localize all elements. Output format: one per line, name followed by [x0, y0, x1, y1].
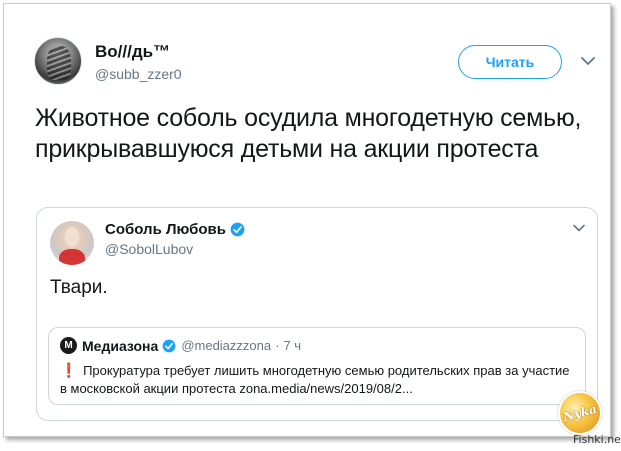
nested-tweet-header: M Медиазона @mediazzzona · 7 ч [60, 337, 301, 354]
watermark-site: Fishki.net [573, 433, 621, 446]
author-display-name[interactable]: Во///дь™ [95, 42, 170, 62]
chevron-down-icon[interactable] [573, 224, 585, 232]
nested-tweet-body: Прокуратура требует лишить многодетную с… [60, 363, 570, 396]
nested-tweet-text: ❗ Прокуратура требует лишить многодетную… [60, 361, 580, 398]
separator-dot: · [275, 338, 280, 353]
quoted-author-name-row: Соболь Любовь [105, 221, 245, 238]
author-handle[interactable]: @subb_zzer0 [95, 66, 182, 82]
quoted-author-avatar[interactable] [50, 221, 94, 265]
mediazona-logo-icon: M [60, 337, 77, 354]
exclamation-icon: ❗ [60, 362, 78, 378]
nested-author-handle[interactable]: @mediazzzona [181, 338, 271, 353]
verified-badge-icon [230, 222, 245, 237]
quoted-tweet-text: Твари. [50, 277, 108, 298]
follow-button[interactable]: Читать [458, 45, 562, 79]
author-avatar[interactable] [34, 37, 82, 85]
tweet-text: Животное соболь осудила многодетную семь… [35, 104, 582, 163]
tweet-frame: Во///дь™ @subb_zzer0 Читать Животное соб… [3, 3, 611, 437]
nested-author-display-name[interactable]: Медиазона [82, 338, 158, 354]
quoted-tweet-card[interactable]: Соболь Любовь @SobolLubov Твари. M Медиа… [36, 207, 598, 421]
tweet-timestamp[interactable]: 7 ч [283, 338, 301, 353]
verified-badge-icon [162, 339, 176, 352]
nested-quoted-tweet-card[interactable]: M Медиазона @mediazzzona · 7 ч ❗ Прокура… [48, 327, 586, 405]
quoted-author-handle[interactable]: @SobolLubov [105, 241, 193, 257]
chevron-down-icon[interactable] [581, 56, 595, 66]
quoted-author-display-name[interactable]: Соболь Любовь [105, 221, 226, 238]
